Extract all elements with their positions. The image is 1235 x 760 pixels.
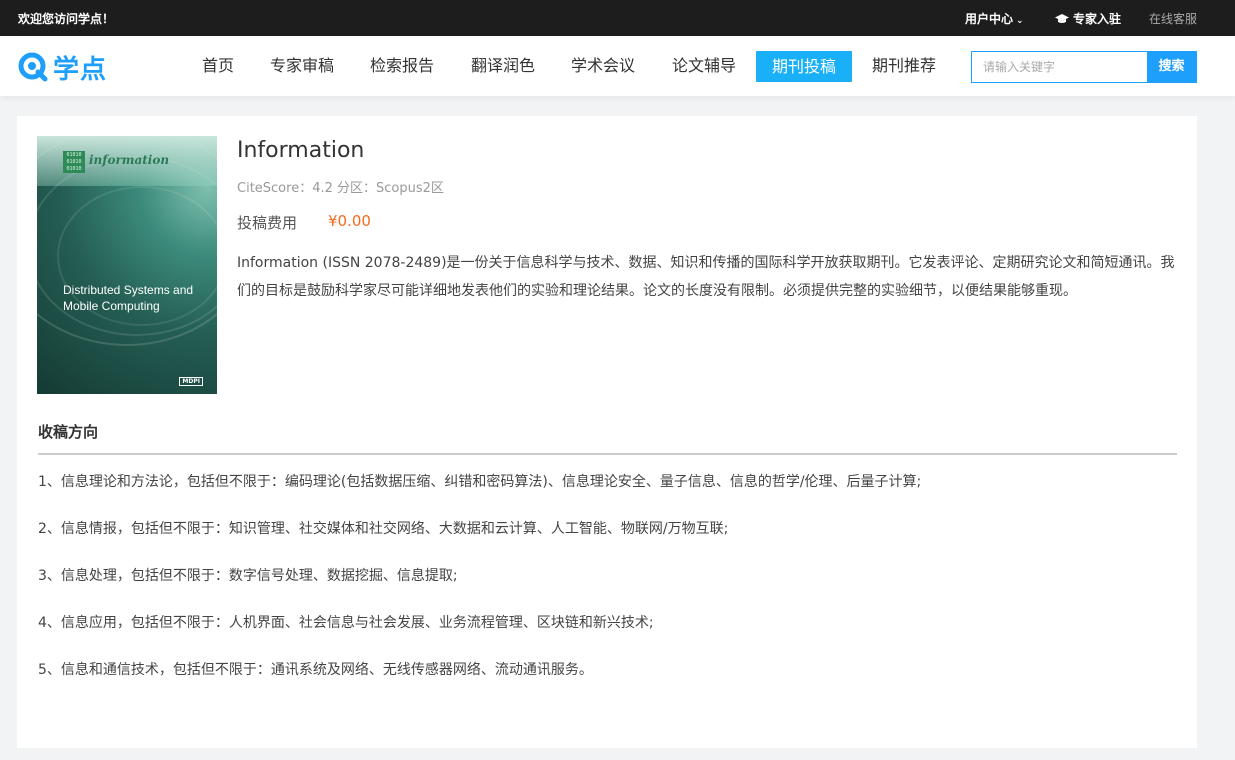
- expert-join-link[interactable]: 专家入驻: [1055, 10, 1121, 27]
- user-center-label: 用户中心: [965, 12, 1014, 26]
- online-service-link[interactable]: 在线客服: [1149, 10, 1197, 27]
- cover-title: Distributed Systems and Mobile Computing: [63, 283, 194, 313]
- logo-text: 学点: [53, 55, 108, 85]
- journal-title: Information: [237, 138, 365, 163]
- fee-label: 投稿费用: [237, 214, 298, 232]
- direction-item: 5、信息和通信技术，包括但不限于：通讯系统及网络、无线传感器网络、流动通讯服务。: [38, 662, 593, 678]
- chevron-down-icon: ⌄: [1016, 16, 1024, 26]
- direction-item: 2、信息情报，包括但不限于：知识管理、社交媒体和社交网络、大数据和云计算、人工智…: [38, 521, 729, 537]
- search-input[interactable]: [972, 52, 1148, 82]
- nav-search-report[interactable]: 检索报告: [370, 52, 434, 82]
- welcome-text: 欢迎您访问学点！: [18, 12, 115, 26]
- nav-journal-recommend[interactable]: 期刊推荐: [872, 52, 936, 82]
- header: 学点 首页 专家审稿 检索报告 翻译润色 学术会议 论文辅导 期刊投稿 期刊推荐…: [0, 36, 1235, 96]
- graduation-cap-icon: [1055, 14, 1069, 23]
- nav-home[interactable]: 首页: [202, 52, 234, 82]
- cover-logo-block: 01010 01010 01010: [63, 151, 85, 173]
- section-title: 收稿方向: [38, 423, 99, 441]
- fee-value: ¥0.00: [328, 212, 371, 230]
- nav-translation[interactable]: 翻译润色: [471, 52, 535, 82]
- nav-expert-review[interactable]: 专家审稿: [270, 52, 334, 82]
- user-center-menu[interactable]: 用户中心 ⌄: [965, 10, 1024, 27]
- direction-item: 4、信息应用，包括但不限于：人机界面、社会信息与社会发展、业务流程管理、区块链和…: [38, 615, 654, 631]
- journal-description: Information (ISSN 2078-2489)是一份关于信息科学与技术…: [237, 255, 1175, 299]
- nav-journal-submission[interactable]: 期刊投稿: [756, 51, 853, 82]
- direction-item: 3、信息处理，包括但不限于：数字信号处理、数据挖掘、信息提取;: [38, 568, 458, 584]
- direction-item: 1、信息理论和方法论，包括但不限于：编码理论(包括数据压缩、纠错和密码算法)、信…: [38, 474, 922, 490]
- expert-join-label: 专家入驻: [1073, 12, 1122, 26]
- cover-publisher-logo: MDPI: [179, 377, 203, 386]
- logo-q-icon: [18, 52, 48, 82]
- top-bar: 欢迎您访问学点！ 用户中心 ⌄ 专家入驻 在线客服: [0, 0, 1235, 36]
- divider: [38, 453, 1177, 455]
- citescore-info: CiteScore：4.2 分区：Scopus2区: [237, 181, 444, 196]
- search-button[interactable]: 搜索: [1147, 52, 1196, 82]
- journal-cover-image: 01010 01010 01010 information Distribute…: [37, 136, 217, 394]
- search-box: 搜索: [971, 51, 1197, 83]
- nav-paper-tutoring[interactable]: 论文辅导: [672, 52, 736, 82]
- nav-academic-conference[interactable]: 学术会议: [571, 52, 635, 82]
- journal-card: 01010 01010 01010 information Distribute…: [17, 116, 1197, 748]
- cover-journal-name: information: [89, 153, 170, 167]
